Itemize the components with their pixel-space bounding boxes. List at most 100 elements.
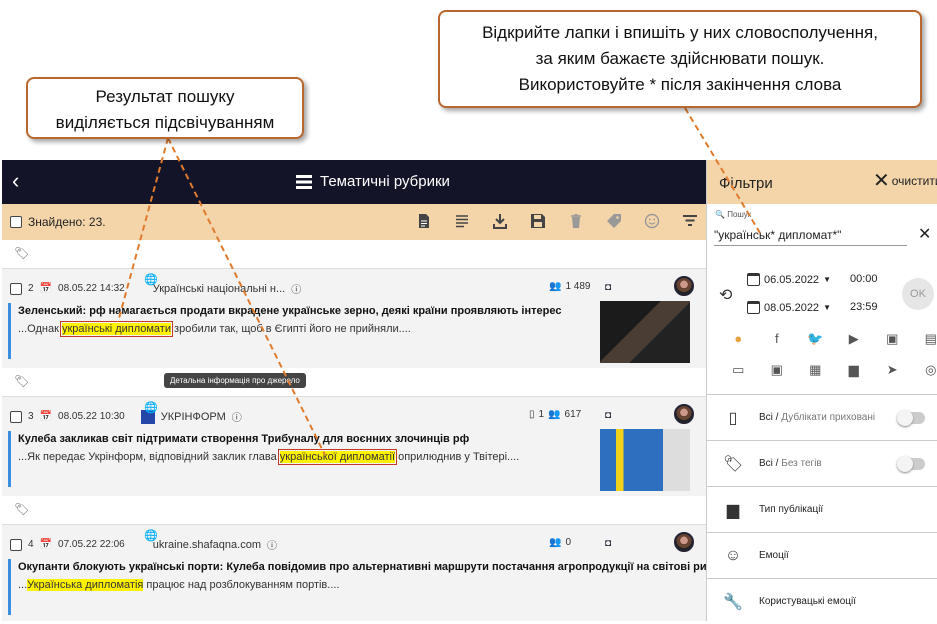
back-button[interactable]: ‹ bbox=[12, 169, 19, 193]
time-from-field[interactable]: 00:00 bbox=[850, 273, 878, 285]
tag-icon[interactable]: 🏷 bbox=[14, 502, 29, 516]
save-icon[interactable] bbox=[530, 212, 546, 230]
item-accent-bar bbox=[8, 431, 11, 487]
item-stats: 👥0 bbox=[549, 537, 571, 548]
news-icon[interactable]: ▤ bbox=[912, 331, 937, 347]
external-link-icon[interactable]: ◘ bbox=[605, 410, 611, 421]
list-item[interactable]: 3 📅 08.05.22 10:30 🌐 УКРІНФОРМ ⓘ ▯1👥617 … bbox=[2, 396, 706, 496]
search-input[interactable] bbox=[714, 224, 907, 246]
custom-emotions-filter[interactable]: 🔧 Користувацькі емоції bbox=[707, 578, 937, 624]
facebook-icon[interactable]: f bbox=[758, 331, 797, 347]
select-all-checkbox[interactable] bbox=[10, 216, 22, 228]
calendar-icon: 📅 bbox=[40, 411, 52, 422]
source-tooltip: Детальна інформація про джерело bbox=[164, 373, 306, 388]
comment-icon[interactable]: ▭ bbox=[719, 362, 758, 378]
item-thumbnail[interactable] bbox=[600, 301, 690, 363]
globe-icon: 🌐 bbox=[144, 273, 158, 286]
tag-row: 🏷 bbox=[2, 368, 706, 396]
info-icon[interactable]: ⓘ bbox=[267, 537, 277, 552]
download-icon[interactable] bbox=[492, 212, 508, 230]
date-from-field[interactable]: 06.05.2022▼ bbox=[747, 273, 831, 286]
people-icon: 👥 bbox=[549, 537, 561, 548]
results-toolbar: Знайдено: 23. bbox=[2, 204, 706, 240]
filter-panel-header: Фільтри ✕очистити bbox=[707, 160, 937, 204]
history-icon[interactable]: ⟲ bbox=[719, 285, 732, 305]
item-checkbox[interactable] bbox=[10, 539, 22, 551]
clear-search-icon[interactable]: ✕ bbox=[918, 224, 931, 244]
source-name[interactable]: УКРІНФОРМ bbox=[161, 411, 226, 423]
radio-icon[interactable]: ▦ bbox=[796, 362, 835, 378]
list-item[interactable]: 2 📅 08.05.22 14:32 🌐 Українські націонал… bbox=[2, 268, 706, 368]
duplicates-toggle[interactable] bbox=[899, 412, 925, 424]
duplicates-icon: ▯ bbox=[529, 409, 535, 420]
item-headline[interactable]: Кулеба закликав світ підтримати створенн… bbox=[18, 433, 469, 445]
avatar[interactable] bbox=[674, 532, 694, 552]
calendar-icon: 📅 bbox=[40, 283, 52, 294]
emotions-filter[interactable]: ☺ Емоції bbox=[707, 532, 937, 578]
duplicates-filter[interactable]: ▯ Всі / Дублікати приховані bbox=[707, 394, 937, 440]
instagram-icon[interactable]: ◎ bbox=[912, 362, 937, 378]
time-to-field[interactable]: 23:59 bbox=[850, 301, 878, 313]
forum-icon[interactable]: ▆ bbox=[835, 362, 874, 378]
calendar-icon bbox=[747, 301, 760, 314]
calendar-icon bbox=[747, 273, 760, 286]
profile-icon[interactable]: ▣ bbox=[873, 331, 912, 347]
external-link-icon[interactable]: ◘ bbox=[605, 282, 611, 293]
filter-icon[interactable] bbox=[682, 212, 698, 230]
item-meta: 4 📅 07.05.22 22:06 🌐 ukraine.shafaqna.co… bbox=[10, 537, 277, 552]
source-name[interactable]: ukraine.shafaqna.com bbox=[153, 539, 261, 551]
web-icon[interactable]: ● bbox=[719, 331, 758, 347]
tag-icon[interactable]: 🏷 bbox=[14, 246, 29, 260]
calendar-icon: 📅 bbox=[40, 539, 52, 550]
tag-icon[interactable] bbox=[606, 212, 622, 230]
tag-row: 🏷 bbox=[2, 240, 706, 268]
item-checkbox[interactable] bbox=[10, 411, 22, 423]
duplicates-icon: ▯ bbox=[707, 408, 759, 428]
avatar[interactable] bbox=[674, 404, 694, 424]
ok-button[interactable]: OK bbox=[902, 278, 934, 310]
list-item[interactable]: 4 📅 07.05.22 22:06 🌐 ukraine.shafaqna.co… bbox=[2, 524, 706, 621]
document-icon[interactable] bbox=[416, 212, 432, 230]
tag-icon: 🏷 bbox=[707, 454, 759, 474]
source-name[interactable]: Українські національні н... bbox=[153, 283, 285, 295]
item-accent-bar bbox=[8, 559, 11, 615]
found-count: Знайдено: 23. bbox=[28, 215, 106, 229]
source-type-icons: ▭ ▣ ▦ ▆ ➤ ◎ bbox=[719, 362, 937, 378]
item-meta: 3 📅 08.05.22 10:30 🌐 УКРІНФОРМ ⓘ bbox=[10, 409, 242, 424]
lines-icon[interactable] bbox=[454, 212, 470, 230]
item-snippet: ...Як передає Укрінформ, відповідний зак… bbox=[18, 451, 519, 463]
item-meta: 2 📅 08.05.22 14:32 🌐 Українські націонал… bbox=[10, 281, 301, 296]
clear-filters-button[interactable]: ✕очистити bbox=[873, 174, 937, 188]
item-headline[interactable]: Зеленський: рф намагається продати вкрад… bbox=[18, 305, 561, 317]
item-thumbnail[interactable] bbox=[600, 429, 690, 491]
publication-type-filter[interactable]: ▆ Тип публікації bbox=[707, 486, 937, 532]
search-highlight: Українська дипломатія bbox=[27, 579, 143, 591]
info-icon[interactable]: ⓘ bbox=[232, 409, 242, 424]
telegram-icon[interactable]: ➤ bbox=[873, 362, 912, 378]
item-checkbox[interactable] bbox=[10, 283, 22, 295]
delete-icon[interactable] bbox=[568, 212, 584, 230]
date-to-field[interactable]: 08.05.2022▼ bbox=[747, 301, 831, 314]
tags-toggle[interactable] bbox=[899, 458, 925, 470]
twitter-icon[interactable]: 🐦 bbox=[796, 331, 835, 347]
search-hint-callout: Відкрийте лапки і впишіть у них словоспо… bbox=[438, 10, 922, 108]
item-headline[interactable]: Окупанти блокують українські порти: Куле… bbox=[18, 561, 706, 573]
youtube-icon[interactable]: ▶ bbox=[835, 331, 874, 347]
tag-icon[interactable]: 🏷 bbox=[14, 374, 29, 388]
people-icon: 👥 bbox=[548, 409, 560, 420]
external-link-icon[interactable]: ◘ bbox=[605, 538, 611, 549]
tv-icon[interactable]: ▣ bbox=[758, 362, 797, 378]
search-highlight: української дипломатії bbox=[280, 451, 395, 463]
tags-filter[interactable]: 🏷 Всі / Без тегів bbox=[707, 440, 937, 486]
source-type-icons: ● f 🐦 ▶ ▣ ▤ bbox=[719, 331, 937, 347]
item-stats: 👥1 489 bbox=[549, 281, 590, 292]
list-icon bbox=[296, 175, 312, 189]
page-title: Тематичні рубрики bbox=[296, 173, 450, 190]
item-snippet: ...Українська дипломатія працює над розб… bbox=[18, 579, 340, 591]
search-label: 🔍 Пошук bbox=[715, 210, 751, 219]
emoji-icon[interactable] bbox=[644, 212, 660, 230]
avatar[interactable] bbox=[674, 276, 694, 296]
globe-icon: 🌐 bbox=[144, 401, 158, 414]
message-icon: ▆ bbox=[707, 500, 759, 520]
info-icon[interactable]: ⓘ bbox=[291, 281, 301, 296]
